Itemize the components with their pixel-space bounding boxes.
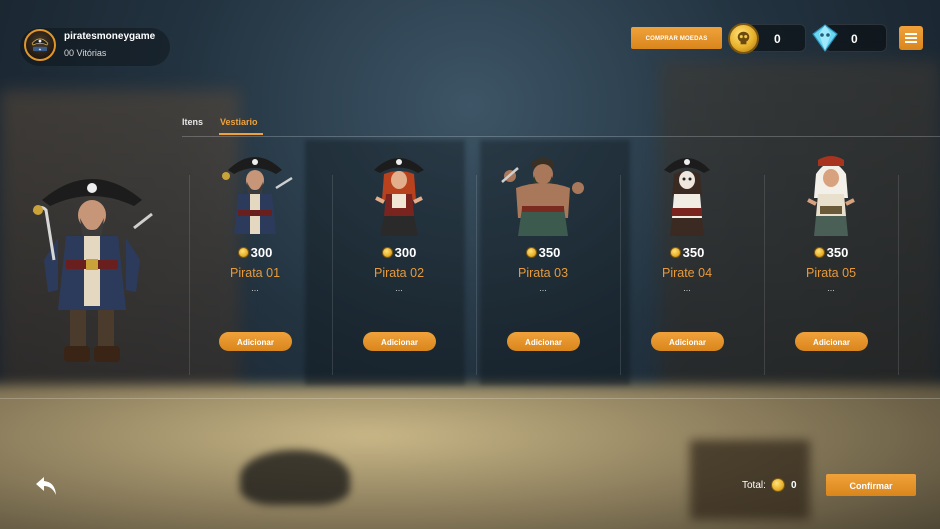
character-name: Pirate 04 — [661, 266, 713, 280]
character-card: 350 Pirata 05 ... Adicionar — [761, 140, 901, 380]
selected-character-preview — [32, 179, 153, 362]
gold-coin-value: 0 — [774, 32, 781, 46]
pirate-03-portrait — [501, 158, 584, 236]
tabs-divider — [182, 136, 940, 137]
add-button[interactable]: Adicionar — [219, 332, 292, 351]
back-arrow-icon[interactable] — [34, 474, 60, 498]
buy-coins-button[interactable]: COMPRAR MOEDAS — [631, 27, 722, 49]
character-card: 300 Pirata 02 ... Adicionar — [329, 140, 469, 380]
price-label: 350 — [473, 245, 613, 260]
character-name: Pirata 05 — [805, 266, 857, 280]
character-description: ... — [251, 283, 259, 293]
username: piratesmoneygame — [64, 31, 156, 42]
add-button[interactable]: Adicionar — [795, 332, 868, 351]
character-description: ... — [683, 283, 691, 293]
price-label: 350 — [617, 245, 757, 260]
price-label: 300 — [185, 245, 325, 260]
character-description: ... — [827, 283, 835, 293]
character-name: Pirata 02 — [373, 266, 425, 280]
total-label: Total: — [742, 480, 766, 491]
total-value: 0 — [791, 480, 797, 491]
gold-coin-icon — [771, 478, 785, 492]
gold-coin-icon — [813, 247, 825, 258]
pirate-01-portrait — [222, 157, 293, 234]
pirate-05-portrait — [807, 156, 855, 236]
pirate-04-portrait — [664, 158, 710, 236]
pirate-02-portrait — [374, 158, 424, 236]
add-button[interactable]: Adicionar — [651, 332, 724, 351]
add-button[interactable]: Adicionar — [363, 332, 436, 351]
gold-coin-icon — [525, 247, 537, 258]
add-button[interactable]: Adicionar — [507, 332, 580, 351]
character-card: 300 Pirata 01 ... Adicionar — [185, 140, 325, 380]
tab-vestiario[interactable]: Vestiario — [220, 117, 258, 127]
price-label: 300 — [329, 245, 469, 260]
active-tab-indicator — [219, 133, 263, 135]
diamond-gem-icon — [810, 23, 840, 53]
character-description: ... — [395, 283, 403, 293]
character-card: 350 Pirate 04 ... Adicionar — [617, 140, 757, 380]
content-divider — [0, 398, 940, 399]
price-label: 350 — [761, 245, 901, 260]
pirate-logo-icon: ★ — [24, 29, 56, 61]
character-card: 350 Pirata 03 ... Adicionar — [473, 140, 613, 380]
confirm-button[interactable]: Confirmar — [826, 474, 916, 496]
hamburger-menu-icon[interactable] — [899, 26, 923, 50]
skull-coin-icon — [728, 23, 759, 54]
character-name: Pirata 03 — [517, 266, 569, 280]
character-name: Pirata 01 — [229, 266, 281, 280]
gold-coin-icon — [381, 247, 393, 258]
tab-itens[interactable]: Itens — [182, 117, 203, 127]
character-description: ... — [539, 283, 547, 293]
gem-value: 0 — [851, 32, 858, 46]
gold-coin-icon — [237, 247, 249, 258]
gold-coin-icon — [669, 247, 681, 258]
wins-count: 00 Vitórias — [64, 48, 107, 58]
